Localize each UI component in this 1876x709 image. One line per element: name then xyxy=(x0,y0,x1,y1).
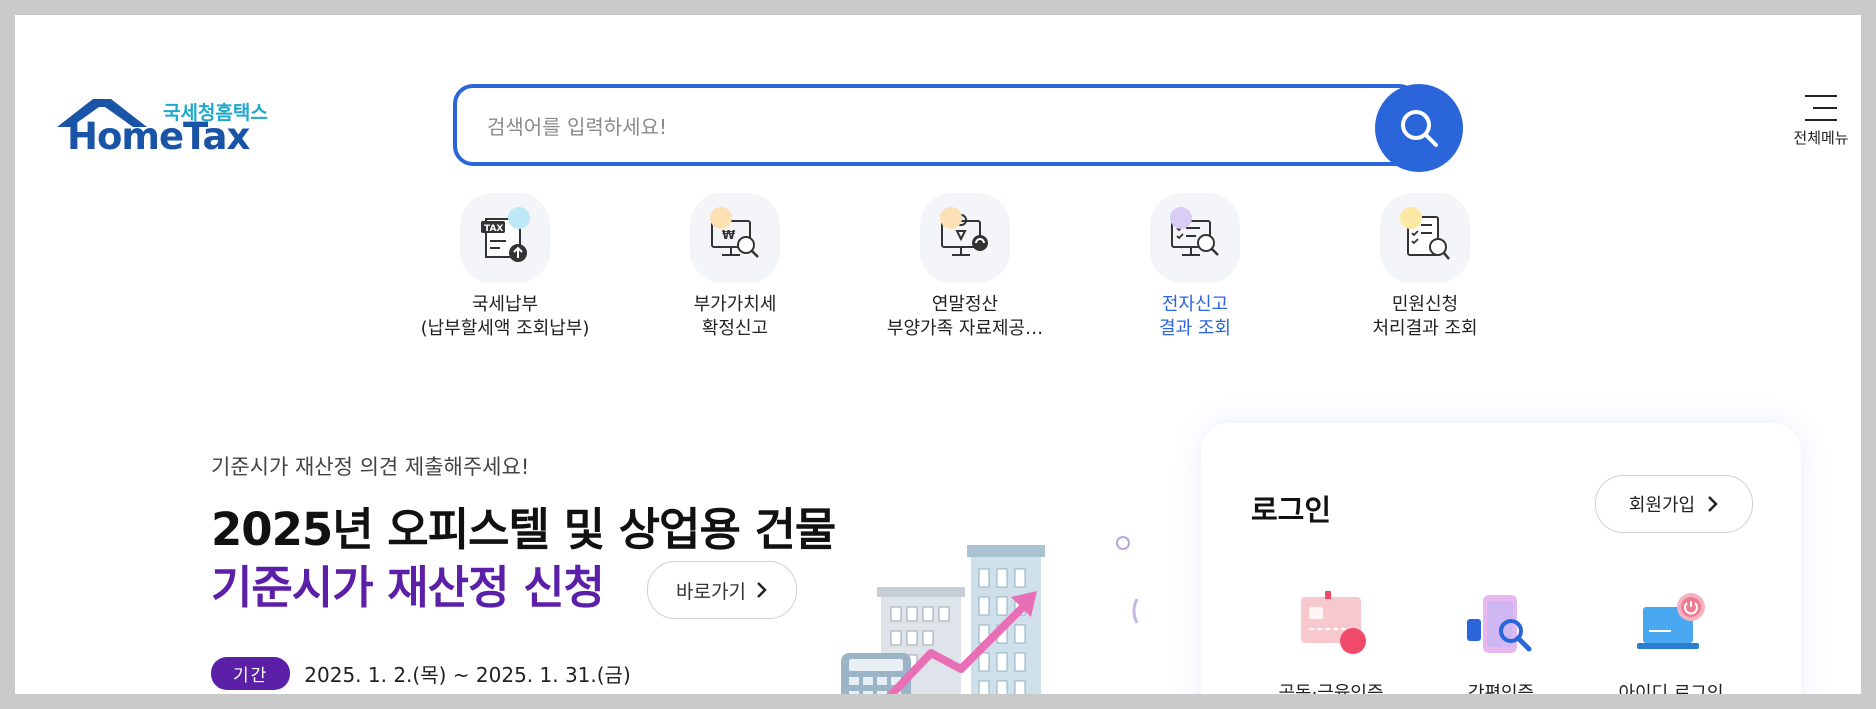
main-banner: 기준시가 재산정 의견 제출해주세요! 2025년 오피스텔 및 상업용 건물 … xyxy=(211,435,1139,694)
svg-text:TAX: TAX xyxy=(484,224,503,234)
login-option-certificate[interactable]: 공동·금융인증 xyxy=(1251,591,1411,694)
quick-menu-e-filing[interactable]: 전자신고 결과 조회 xyxy=(1095,193,1295,341)
quick-icon-wrap: ₩ xyxy=(690,193,780,283)
search-box xyxy=(453,84,1419,166)
quick-label-line2: 확정신고 xyxy=(701,318,769,339)
quick-label-line2: 부양가족 자료제공… xyxy=(886,318,1044,339)
quick-label-line2: 처리결과 조회 xyxy=(1372,318,1478,339)
quick-icon-wrap xyxy=(1150,193,1240,283)
banner-title-line1: 2025년 오피스텔 및 상업용 건물 xyxy=(211,503,836,556)
hometax-logo[interactable]: 국세청홈택스 HomeTax xyxy=(49,81,269,167)
login-option-label: 간편인증 xyxy=(1467,683,1535,694)
login-option-simple-auth[interactable]: 간편인증 xyxy=(1421,591,1581,694)
icon-dot xyxy=(710,207,732,229)
quick-label-line1: 국세납부 xyxy=(471,294,539,315)
banner-title-line2: 기준시가 재산정 신청 xyxy=(211,561,605,614)
banner-period: 기간 2025. 1. 2.(목) ~ 2025. 1. 31.(금) xyxy=(211,657,631,690)
quick-menu-civil-request[interactable]: 민원신청 처리결과 조회 xyxy=(1325,193,1525,341)
icon-dot xyxy=(508,207,530,229)
hometax-page: 국세청홈택스 HomeTax 전체메뉴 TAX xyxy=(15,15,1861,694)
quick-label-line1: 전자신고 xyxy=(1161,294,1229,315)
period-badge: 기간 xyxy=(211,657,291,690)
banner-go-label: 바로가기 xyxy=(676,580,746,603)
search-bar xyxy=(439,68,1481,172)
quick-menu-label: 민원신청 처리결과 조회 xyxy=(1325,293,1525,341)
quick-icon-wrap: TAX xyxy=(460,193,550,283)
quick-menu-label: 부가가치세 확정신고 xyxy=(635,293,835,341)
simple-auth-graphic xyxy=(1467,595,1532,653)
banner-subtitle: 기준시가 재산정 의견 제출해주세요! xyxy=(211,455,530,479)
chevron-right-icon xyxy=(1708,496,1718,512)
join-button[interactable]: 회원가입 xyxy=(1595,475,1753,533)
id-login-icon xyxy=(1631,591,1711,661)
quick-label-line1: 연말정산 xyxy=(931,294,999,315)
login-option-label: 아이디 로그인 xyxy=(1618,683,1724,694)
quick-icon-wrap xyxy=(1380,193,1470,283)
banner-go-button[interactable]: 바로가기 xyxy=(647,561,797,619)
quick-label-line1: 부가가치세 xyxy=(693,294,777,315)
all-menu-button[interactable]: 전체메뉴 xyxy=(1785,81,1857,161)
search-icon xyxy=(1401,110,1438,147)
join-label: 회원가입 xyxy=(1628,495,1696,516)
login-option-label: 공동·금융인증 xyxy=(1278,683,1384,694)
search-button[interactable] xyxy=(1375,84,1463,172)
id-login-graphic xyxy=(1637,593,1705,649)
all-menu-label: 전체메뉴 xyxy=(1793,129,1849,147)
login-option-id[interactable]: 아이디 로그인 xyxy=(1591,591,1751,694)
quick-menu-label: 국세납부 (납부할세액 조회납부) xyxy=(405,293,605,341)
icon-dot xyxy=(1400,207,1422,229)
svg-text:₩: ₩ xyxy=(722,228,736,242)
quick-menu-label: 연말정산 부양가족 자료제공… xyxy=(865,293,1065,341)
quick-menu-tax-payment[interactable]: TAX 국세납부 (납부할세액 조회납부) xyxy=(405,193,605,341)
icon-dot xyxy=(940,207,962,229)
logo-wordmark: HomeTax xyxy=(67,115,250,158)
quick-menu-year-end[interactable]: 연말정산 부양가족 자료제공… xyxy=(865,193,1065,341)
building-chart-illustration xyxy=(841,536,1139,694)
quick-icon-wrap xyxy=(920,193,1010,283)
login-card: 로그인 회원가입 공동·금융인증 간편인증 아이디 로그인 xyxy=(1201,423,1801,694)
simple-auth-icon xyxy=(1461,591,1541,661)
quick-label-line1: 민원신청 xyxy=(1391,294,1459,315)
certificate-icon xyxy=(1291,591,1371,661)
chevron-right-icon xyxy=(757,582,767,598)
period-date: 2025. 1. 2.(목) ~ 2025. 1. 31.(금) xyxy=(304,663,631,687)
search-input[interactable] xyxy=(485,106,1369,148)
hamburger-icon xyxy=(1805,95,1837,121)
quick-label-line2: (납부할세액 조회납부) xyxy=(420,318,590,339)
quick-menu-vat[interactable]: ₩ 부가가치세 확정신고 xyxy=(635,193,835,341)
quick-menu-label: 전자신고 결과 조회 xyxy=(1095,293,1295,341)
quick-label-line2: 결과 조회 xyxy=(1159,318,1231,339)
icon-dot xyxy=(1170,207,1192,229)
login-title: 로그인 xyxy=(1251,493,1332,527)
certificate-graphic xyxy=(1301,591,1366,654)
